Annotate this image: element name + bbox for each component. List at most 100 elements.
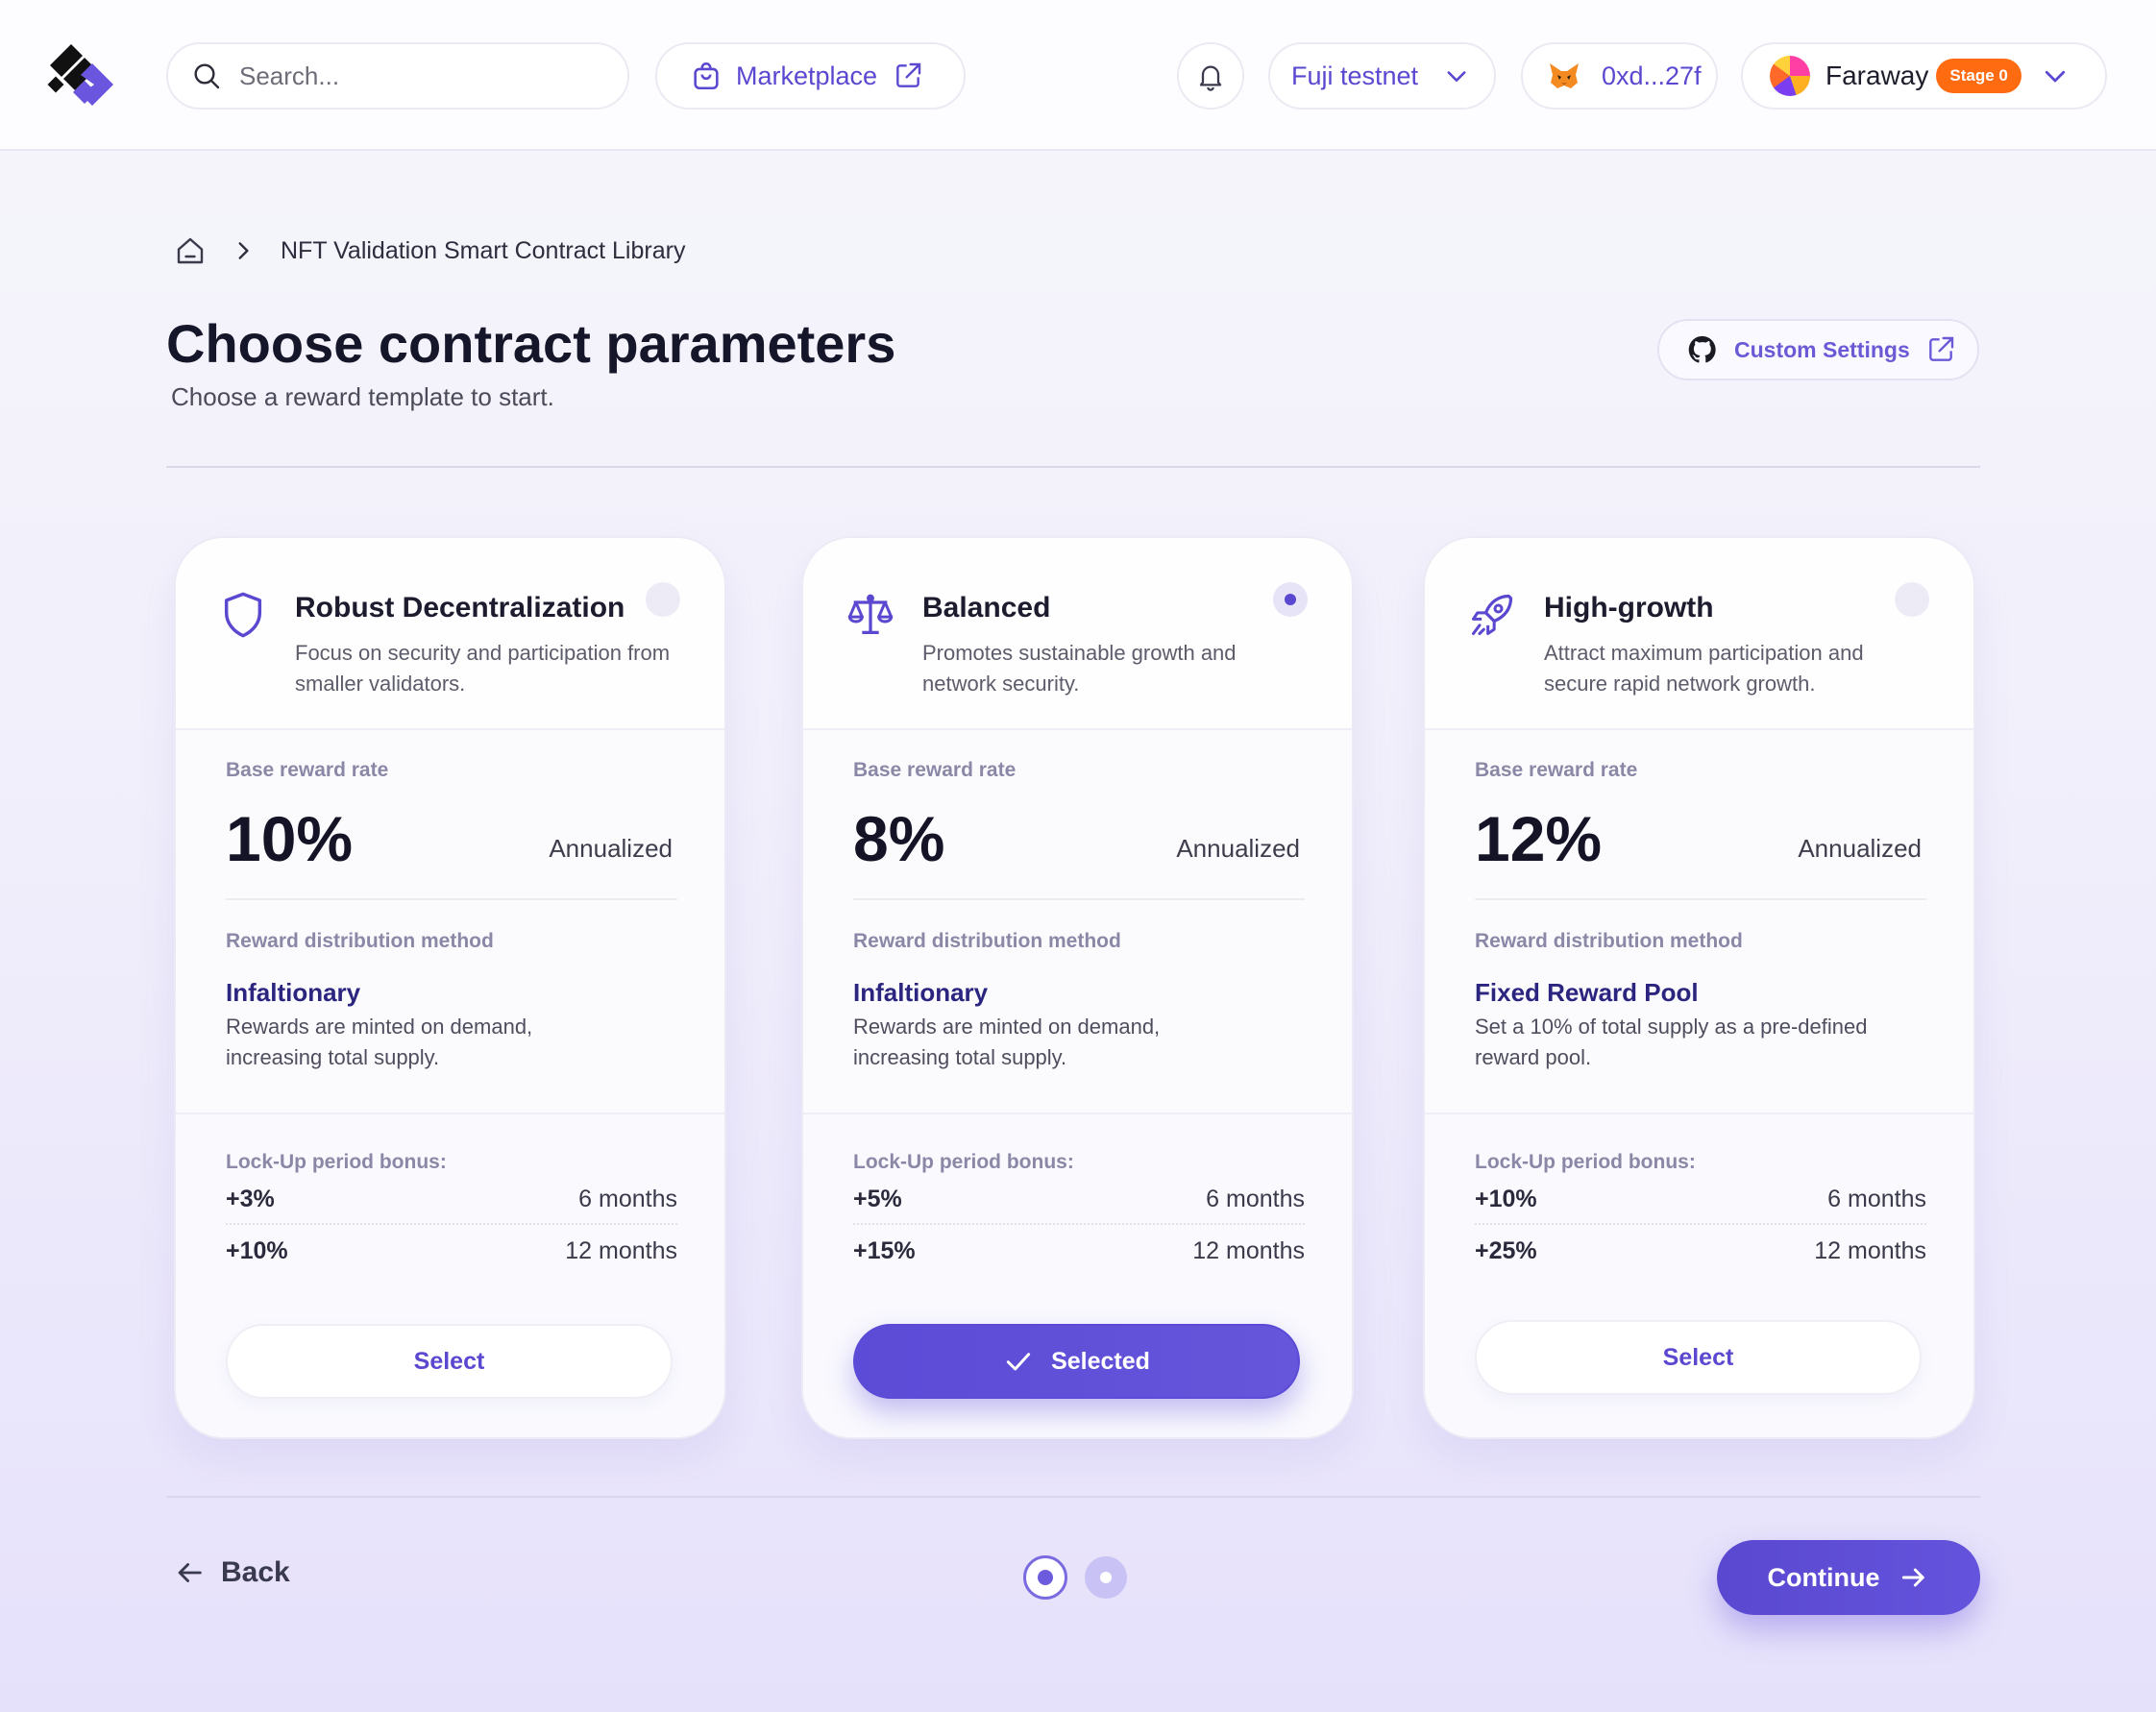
marketplace-label: Marketplace bbox=[736, 61, 878, 90]
check-icon bbox=[1006, 1353, 1031, 1371]
chevron-down-icon bbox=[1447, 71, 1466, 82]
selected-button[interactable]: Selected bbox=[853, 1324, 1300, 1399]
base-rate-value: 12% bbox=[1475, 803, 1603, 874]
lockup-label: Lock-Up period bonus: bbox=[853, 1151, 1074, 1173]
card-description: Attract maximum participation and secure… bbox=[1544, 641, 1864, 696]
step-dot[interactable] bbox=[1085, 1556, 1127, 1599]
card-radio[interactable] bbox=[646, 582, 680, 617]
search-icon bbox=[194, 63, 220, 89]
template-card-balanced[interactable]: Balanced Promotes sustainable growth and… bbox=[801, 536, 1354, 1439]
search-bar[interactable] bbox=[166, 42, 629, 110]
network-label: Fuji testnet bbox=[1291, 61, 1419, 90]
continue-label: Continue bbox=[1767, 1562, 1880, 1592]
lockup-label: Lock-Up period bonus: bbox=[1475, 1151, 1696, 1173]
base-rate-label: Base reward rate bbox=[853, 759, 1017, 781]
lockup-period: 6 months bbox=[578, 1186, 677, 1212]
select-button[interactable]: Select bbox=[1475, 1320, 1922, 1395]
shopping-bag-icon bbox=[694, 61, 719, 90]
lockup-row: +10% 12 months bbox=[226, 1237, 677, 1265]
network-selector[interactable]: Fuji testnet bbox=[1268, 42, 1496, 110]
step-pager bbox=[1023, 1555, 1127, 1600]
base-rate-value: 10% bbox=[226, 803, 354, 874]
lockup-period: 12 months bbox=[1814, 1237, 1926, 1264]
method-description: Set a 10% of total supply as a pre-defin… bbox=[1475, 1015, 1868, 1069]
continue-button[interactable]: Continue bbox=[1717, 1540, 1980, 1615]
card-description: Promotes sustainable growth and network … bbox=[922, 641, 1237, 696]
divider bbox=[166, 466, 1980, 468]
card-radio[interactable] bbox=[1895, 582, 1929, 617]
divider bbox=[1475, 898, 1926, 900]
divider bbox=[1475, 1223, 1926, 1225]
base-rate-label: Base reward rate bbox=[1475, 759, 1638, 781]
card-header: High-growth Attract maximum participatio… bbox=[1425, 538, 1973, 730]
method-label: Reward distribution method bbox=[1475, 930, 1743, 952]
method-label: Reward distribution method bbox=[853, 930, 1121, 952]
card-header: Balanced Promotes sustainable growth and… bbox=[803, 538, 1352, 730]
lockup-row: +3% 6 months bbox=[226, 1186, 677, 1213]
method-label: Reward distribution method bbox=[226, 930, 494, 952]
lockup-bonus: +3% bbox=[226, 1186, 275, 1212]
lockup-label: Lock-Up period bonus: bbox=[226, 1151, 447, 1173]
account-menu[interactable]: Faraway Stage 0 bbox=[1741, 42, 2107, 110]
divider bbox=[166, 1496, 1980, 1498]
page-subtitle: Choose a reward template to start. bbox=[171, 382, 554, 411]
template-card-high-growth[interactable]: High-growth Attract maximum participatio… bbox=[1423, 536, 1975, 1439]
selected-label: Selected bbox=[1051, 1347, 1150, 1375]
lockup-period: 12 months bbox=[565, 1237, 677, 1264]
chevron-right-icon bbox=[238, 242, 249, 259]
select-button[interactable]: Select bbox=[226, 1324, 673, 1399]
lockup-period: 6 months bbox=[1827, 1186, 1926, 1212]
arrow-left-icon bbox=[178, 1563, 202, 1582]
method-name: Infaltionary bbox=[226, 978, 361, 1007]
method-description: Rewards are minted on demand, increasing… bbox=[226, 1015, 533, 1069]
avatar bbox=[1770, 56, 1810, 96]
external-link-icon bbox=[1928, 336, 1953, 361]
method-description: Rewards are minted on demand, increasing… bbox=[853, 1015, 1161, 1069]
divider bbox=[226, 898, 677, 900]
method-name: Fixed Reward Pool bbox=[1475, 978, 1699, 1007]
breadcrumb: NFT Validation Smart Contract Library bbox=[173, 233, 685, 268]
base-rate-value: 8% bbox=[853, 803, 945, 874]
lockup-bonus: +5% bbox=[853, 1186, 902, 1212]
card-title: Robust Decentralization bbox=[295, 592, 625, 624]
method-name: Infaltionary bbox=[853, 978, 989, 1007]
divider bbox=[853, 898, 1305, 900]
custom-settings-button[interactable]: Custom Settings bbox=[1657, 319, 1979, 380]
divider bbox=[226, 1223, 677, 1225]
external-link-icon bbox=[896, 62, 921, 87]
account-name: Faraway bbox=[1825, 61, 1929, 90]
lockup-bonus: +10% bbox=[226, 1237, 288, 1264]
card-header: Robust Decentralization Focus on securit… bbox=[176, 538, 724, 730]
rocket-icon bbox=[1471, 594, 1513, 636]
app-logo[interactable] bbox=[46, 40, 125, 110]
lockup-period: 12 months bbox=[1192, 1237, 1305, 1264]
wallet-button[interactable]: 0xd...27f bbox=[1521, 42, 1718, 110]
card-title: Balanced bbox=[922, 592, 1051, 624]
lockup-row: +25% 12 months bbox=[1475, 1237, 1926, 1265]
back-button[interactable]: Back bbox=[173, 1556, 290, 1589]
rate-unit: Annualized bbox=[549, 834, 673, 863]
card-radio[interactable] bbox=[1273, 582, 1308, 617]
search-input[interactable] bbox=[239, 61, 604, 91]
base-rate-label: Base reward rate bbox=[226, 759, 389, 781]
lockup-bonus: +25% bbox=[1475, 1237, 1537, 1264]
chevron-down-icon bbox=[2045, 70, 2065, 83]
back-label: Back bbox=[221, 1556, 290, 1588]
rate-unit: Annualized bbox=[1176, 834, 1300, 863]
lockup-bonus: +15% bbox=[853, 1237, 916, 1264]
shield-icon bbox=[224, 592, 262, 638]
notifications-button[interactable] bbox=[1177, 42, 1244, 110]
lockup-row: +15% 12 months bbox=[853, 1237, 1305, 1265]
card-title: High-growth bbox=[1544, 592, 1714, 624]
arrow-right-icon bbox=[1902, 1568, 1925, 1587]
home-icon[interactable] bbox=[173, 233, 208, 268]
marketplace-button[interactable]: Marketplace bbox=[655, 42, 966, 110]
page-title: Choose contract parameters bbox=[166, 313, 896, 374]
stage-badge: Stage 0 bbox=[1936, 59, 2021, 93]
template-card-robust-decentralization[interactable]: Robust Decentralization Focus on securit… bbox=[174, 536, 726, 1439]
metamask-fox-icon bbox=[1550, 63, 1579, 88]
step-dot-active[interactable] bbox=[1023, 1555, 1067, 1600]
lockup-row: +5% 6 months bbox=[853, 1186, 1305, 1213]
custom-settings-label: Custom Settings bbox=[1734, 336, 1910, 362]
lockup-row: +10% 6 months bbox=[1475, 1186, 1926, 1213]
